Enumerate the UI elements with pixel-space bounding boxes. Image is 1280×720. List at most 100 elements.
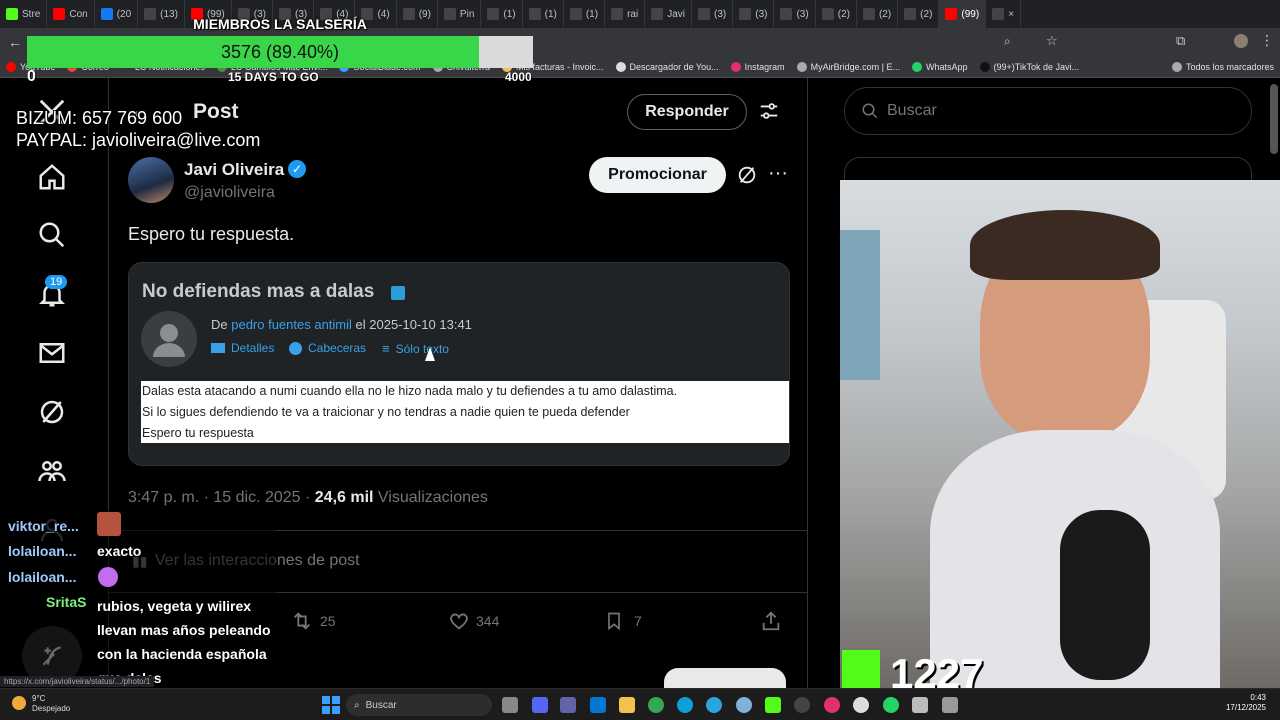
browser-tab[interactable]: (99)	[939, 0, 987, 28]
whatsapp-icon[interactable]	[883, 697, 899, 713]
paypal-text: PAYPAL: javioliveira@live.com	[16, 130, 261, 150]
like-button[interactable]: 344	[448, 610, 499, 632]
author-avatar[interactable]	[128, 157, 174, 203]
bookmark-icon	[1171, 61, 1182, 72]
chrome-icon[interactable]	[648, 697, 664, 713]
share-button[interactable]	[760, 610, 782, 632]
taskbar-search[interactable]: ⌕ Buscar	[346, 694, 492, 716]
telegram-icon[interactable]	[706, 697, 722, 713]
tab-favicon-icon	[698, 8, 710, 20]
streamer-hair	[970, 210, 1160, 280]
post-text: Espero tu respuesta.	[128, 224, 295, 244]
communities-icon[interactable]	[30, 449, 74, 493]
browser-tab[interactable]: ×	[986, 0, 1022, 28]
profile-avatar[interactable]	[1234, 34, 1248, 48]
bookmark-icon	[615, 61, 626, 72]
page-title: Post	[193, 100, 239, 123]
post-image[interactable]: No defiendas mas a dalas De pedro fuente…	[128, 262, 790, 466]
bookmark-item[interactable]: Instagram	[725, 61, 791, 72]
promote-button[interactable]: Promocionar	[589, 157, 726, 193]
status-url: https://x.com/javioliveira/status/.../ph…	[0, 676, 155, 687]
bookmark-label: WhatsApp	[926, 61, 968, 72]
bookmark-icon	[912, 61, 923, 72]
heart-icon	[450, 613, 468, 630]
obs-icon[interactable]	[794, 697, 810, 713]
home-icon[interactable]	[30, 155, 74, 199]
browser-tab[interactable]: (1)	[564, 0, 606, 28]
tab-label: ×	[1008, 8, 1015, 20]
app-icon[interactable]	[912, 697, 928, 713]
browser-icon[interactable]	[736, 697, 752, 713]
search-icon[interactable]	[30, 213, 74, 257]
bookmark-item[interactable]: Descargador de You...	[610, 61, 725, 72]
scrollbar[interactable]	[1270, 84, 1278, 154]
goal-days: 15 DAYS TO GO	[228, 70, 319, 84]
weather-widget[interactable]: 9°C Despejado	[32, 694, 70, 714]
retweet-button[interactable]: 25	[290, 610, 336, 632]
browser-tab[interactable]: (2)	[857, 0, 899, 28]
tab-favicon-icon	[651, 8, 664, 20]
zoom-icon[interactable]: ⌕	[1004, 34, 1011, 49]
author-name[interactable]: Javi Oliveira	[184, 160, 284, 180]
bookmark-icon	[796, 61, 807, 72]
edge-icon[interactable]	[677, 697, 693, 713]
bookmark-icon	[730, 61, 741, 72]
taskbar-clock[interactable]: 0:43 17/12/2025	[1222, 693, 1266, 713]
tab-label: (1)	[585, 8, 599, 20]
kick-logo	[842, 650, 880, 690]
bookmark-label: Descargador de You...	[629, 61, 719, 72]
tab-label: (1)	[544, 8, 557, 20]
browser-tab[interactable]: (3)	[774, 0, 816, 28]
app-icon[interactable]	[942, 697, 958, 713]
email-subject: No defiendas mas a dalas	[142, 281, 375, 302]
post-meta: 3:47 p. m. · 15 dic. 2025 · 24,6 mil Vis…	[128, 489, 488, 506]
grok-post-icon[interactable]	[736, 164, 758, 191]
browser-tab[interactable]: (2)	[816, 0, 857, 28]
tab-label: Javi	[667, 8, 685, 20]
filter-icon[interactable]	[758, 100, 780, 127]
bookmark-icon	[6, 61, 16, 72]
bookmark-item[interactable]: MyAirBridge.com | E...	[791, 61, 906, 72]
app-icon[interactable]	[853, 697, 869, 713]
bookmark-item[interactable]: Todos los marcadores	[1166, 61, 1280, 72]
star-icon[interactable]: ☆	[1046, 33, 1058, 49]
tab-favicon-icon	[862, 8, 875, 20]
browser-tab[interactable]: (3)	[692, 0, 734, 28]
kick-app-icon[interactable]	[765, 697, 781, 713]
browser-tab[interactable]: (3)	[733, 0, 775, 28]
app-icon[interactable]	[824, 697, 840, 713]
email-from: De pedro fuentes antimil el 2025-10-10 1…	[211, 317, 472, 332]
more-options-icon[interactable]: ···	[768, 162, 788, 185]
tab-favicon-icon	[569, 8, 582, 20]
messages-icon[interactable]	[30, 331, 74, 375]
file-explorer-icon[interactable]	[619, 697, 635, 713]
bookmark-item[interactable]: (99+)TikTok de Javi...	[974, 61, 1085, 72]
goal-min: 0	[27, 68, 36, 85]
tab-favicon-icon	[739, 8, 752, 20]
chat-username: viktor_re...	[8, 518, 79, 534]
bookmark-button[interactable]: 7	[604, 610, 642, 632]
search-icon	[862, 103, 878, 119]
menu-icon[interactable]: ⋮	[1260, 32, 1274, 49]
teams-icon[interactable]	[560, 697, 576, 713]
back-icon[interactable]: ←	[8, 34, 22, 50]
chat-username: SritaS	[46, 594, 87, 610]
tab-favicon-icon	[821, 8, 834, 20]
grok-icon[interactable]	[30, 390, 74, 434]
discord-icon[interactable]	[532, 697, 548, 713]
bookmark-label: MyAirBridge.com | E...	[810, 61, 901, 72]
bookmark-item[interactable]: WhatsApp	[906, 61, 974, 72]
author-handle[interactable]: @javioliveira	[184, 184, 275, 202]
reply-button[interactable]: Responder	[627, 94, 747, 130]
extensions-icon[interactable]: ⧉	[1176, 33, 1185, 49]
browser-tab[interactable]: Javi	[645, 0, 692, 28]
windows-start-icon[interactable]	[322, 696, 340, 714]
membership-goal: 3576 (89.40%) MIEMBROS LA SALSERÍA	[27, 14, 533, 68]
browser-tab[interactable]: (2)	[898, 0, 940, 28]
moon-weather-icon	[12, 696, 26, 710]
cursor-icon	[425, 347, 435, 361]
search-input[interactable]: Buscar	[844, 87, 1252, 135]
outlook-icon[interactable]	[590, 697, 606, 713]
browser-tab[interactable]: rai	[605, 0, 646, 28]
task-view-icon[interactable]	[502, 697, 518, 713]
